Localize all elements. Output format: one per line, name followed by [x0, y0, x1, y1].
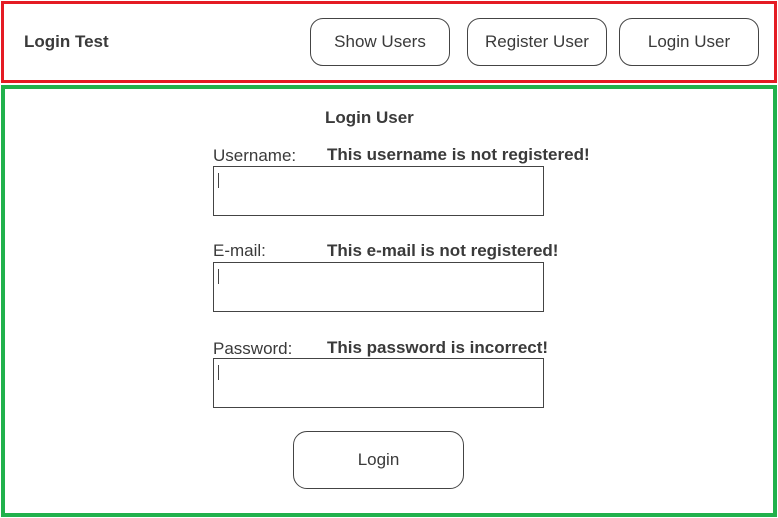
text-caret: [218, 365, 219, 380]
register-user-button[interactable]: Register User: [467, 18, 607, 66]
login-user-button[interactable]: Login User: [619, 18, 759, 66]
login-form-panel: Login User Username: This username is no…: [1, 85, 777, 517]
header-bar: Login Test Show Users Register User Logi…: [1, 1, 777, 83]
email-input[interactable]: [213, 262, 544, 312]
username-input[interactable]: [213, 166, 544, 216]
password-error: This password is incorrect!: [327, 338, 549, 357]
username-label: Username:: [213, 146, 297, 165]
show-users-button[interactable]: Show Users: [310, 18, 450, 66]
text-caret: [218, 173, 219, 188]
password-input[interactable]: [213, 358, 544, 408]
form-title: Login User: [325, 108, 414, 127]
email-error: This e-mail is not registered!: [327, 241, 559, 260]
email-label: E-mail:: [213, 241, 266, 260]
username-error: This username is not registered!: [327, 145, 590, 164]
login-button[interactable]: Login: [293, 431, 464, 489]
app-title: Login Test: [24, 32, 109, 51]
text-caret: [218, 269, 219, 284]
password-label: Password:: [213, 339, 293, 358]
